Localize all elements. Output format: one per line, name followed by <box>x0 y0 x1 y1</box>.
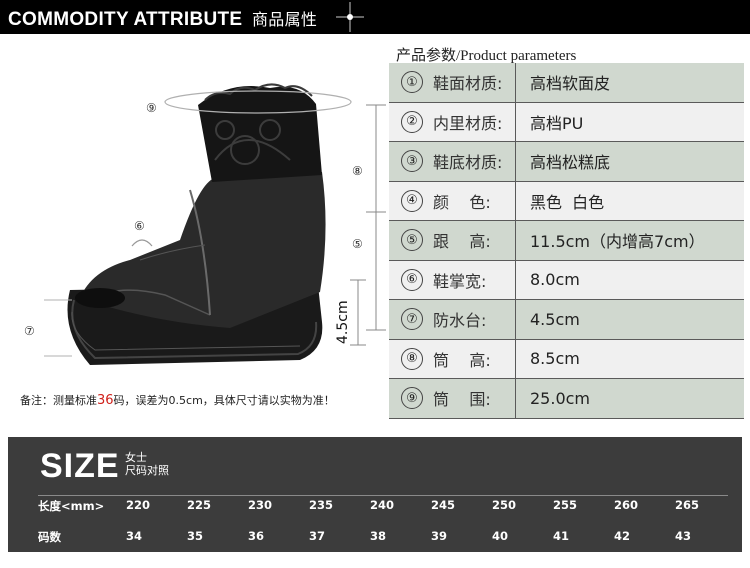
size-cell: 250 <box>492 498 517 512</box>
param-key-label: 跟 高: <box>433 232 491 252</box>
size-cell: 35 <box>187 529 204 543</box>
size-cell: 220 <box>126 498 151 512</box>
platform-height-label: 4.5cm <box>335 300 351 344</box>
param-number-badge: ② <box>401 110 423 133</box>
param-row: ② 内里材质: 高档PU <box>389 102 744 142</box>
param-value: 8.0cm <box>516 260 744 299</box>
param-row: ④ 颜 色: 黑色 白色 <box>389 181 744 221</box>
param-key: ⑧ 筒 高: <box>389 339 516 378</box>
size-cell: 255 <box>553 498 578 512</box>
size-divider <box>38 495 728 496</box>
size-cell: 265 <box>675 498 700 512</box>
param-row: ⑤ 跟 高: 11.5cm（内增高7cm） <box>389 221 744 261</box>
param-key-label: 颜 色: <box>433 192 491 212</box>
size-subtitle: 女士 尺码对照 <box>125 451 169 477</box>
measurement-note: 备注：测量标准36码，误差为0.5cm，具体尺寸请以实物为准！ <box>20 392 335 408</box>
param-key-label: 防水台: <box>433 311 487 331</box>
size-cell: 39 <box>431 529 448 543</box>
param-number-badge: ⑧ <box>401 347 423 370</box>
banner-title: COMMODITY ATTRIBUTE 商品属性 <box>8 6 317 31</box>
param-number-badge: ③ <box>401 150 423 173</box>
param-row: ① 鞋面材质: 高档软面皮 <box>389 63 744 103</box>
param-row: ⑦ 防水台: 4.5cm <box>389 300 744 340</box>
param-key-label: 筒 围: <box>433 390 491 410</box>
size-cell: 41 <box>553 529 570 543</box>
size-cell: 43 <box>675 529 692 543</box>
size-cell: 225 <box>187 498 212 512</box>
param-key: ⑥ 鞋掌宽: <box>389 260 516 299</box>
param-number-badge: ⑨ <box>401 387 423 410</box>
param-key: ② 内里材质: <box>389 102 516 141</box>
size-cell: 240 <box>370 498 395 512</box>
param-value: 11.5cm（内增高7cm） <box>516 221 744 260</box>
param-key-label: 内里材质: <box>433 113 503 133</box>
marker-5: ⑤ <box>352 237 363 251</box>
param-number-badge: ⑤ <box>401 229 423 252</box>
param-value: 25.0cm <box>516 379 744 418</box>
param-key: ③ 鞋底材质: <box>389 142 516 181</box>
size-cell: 38 <box>370 529 387 543</box>
param-key: ① 鞋面材质: <box>389 63 516 102</box>
param-number-badge: ① <box>401 71 423 94</box>
param-number-badge: ⑥ <box>401 268 423 291</box>
size-cell: 40 <box>492 529 509 543</box>
size-cell: 245 <box>431 498 456 512</box>
params-title: 产品参数/Product parameters <box>396 48 577 64</box>
banner-title-cn: 商品属性 <box>251 12 318 29</box>
size-cell: 230 <box>248 498 273 512</box>
param-key: ⑤ 跟 高: <box>389 221 516 260</box>
param-key-label: 筒 高: <box>433 350 491 370</box>
param-row: ⑥ 鞋掌宽: 8.0cm <box>389 260 744 300</box>
sparkle-icon <box>336 2 364 32</box>
note-suffix: 码，误差为0.5cm，具体尺寸请以实物为准！ <box>113 394 335 407</box>
size-cell: 260 <box>614 498 639 512</box>
param-value: 黑色 白色 <box>516 181 744 220</box>
param-number-badge: ⑦ <box>401 308 423 331</box>
header-banner: COMMODITY ATTRIBUTE 商品属性 <box>0 0 750 34</box>
param-key: ⑨ 筒 围: <box>389 379 516 418</box>
param-value: 8.5cm <box>516 339 744 378</box>
param-value: 高档PU <box>516 102 744 141</box>
param-key: ⑦ 防水台: <box>389 300 516 339</box>
marker-9: ⑨ <box>146 101 157 115</box>
param-key: ④ 颜 色: <box>389 181 516 220</box>
param-row: ③ 鞋底材质: 高档松糕底 <box>389 142 744 182</box>
note-prefix: 备注：测量标准 <box>20 394 97 407</box>
size-cell: 235 <box>309 498 334 512</box>
size-cell: 42 <box>614 529 631 543</box>
param-number-badge: ④ <box>401 189 423 212</box>
size-row-label: 码数 <box>38 530 61 544</box>
page: COMMODITY ATTRIBUTE 商品属性 ⑨ ⑥ ⑦ ⑧ ⑤ 4.5cm… <box>0 0 750 568</box>
marker-6: ⑥ <box>134 219 145 233</box>
marker-8: ⑧ <box>352 164 363 178</box>
size-title: SIZE <box>40 447 120 485</box>
size-cell: 34 <box>126 529 143 543</box>
size-sub-gender: 女士 <box>125 451 147 464</box>
size-sub-caption: 尺码对照 <box>125 464 169 477</box>
param-key-label: 鞋掌宽: <box>433 271 487 291</box>
param-value: 4.5cm <box>516 300 744 339</box>
size-row-label: 长度<mm> <box>38 499 105 513</box>
param-key-label: 鞋底材质: <box>433 153 503 173</box>
size-cell: 37 <box>309 529 326 543</box>
note-highlight: 36 <box>97 393 114 408</box>
param-row: ⑨ 筒 围: 25.0cm <box>389 379 744 419</box>
shoe-illustration: ⑨ ⑥ ⑦ ⑧ ⑤ 4.5cm <box>24 83 386 365</box>
param-row: ⑧ 筒 高: 8.5cm <box>389 339 744 379</box>
param-key-label: 鞋面材质: <box>433 74 503 94</box>
size-chart: SIZE 女士 尺码对照 长度<mm> 220 225 230 235 240 245 250… <box>8 437 742 552</box>
params-table: ① 鞋面材质: 高档软面皮 ② 内里材质: 高档PU ③ 鞋底材质: 高档松糕底 ④ 颜 色: 黑色 … <box>389 63 744 419</box>
param-value: 高档软面皮 <box>516 63 744 102</box>
banner-title-en: COMMODITY ATTRIBUTE <box>8 9 243 30</box>
marker-7: ⑦ <box>24 324 35 338</box>
size-cell: 36 <box>248 529 265 543</box>
param-value: 高档松糕底 <box>516 142 744 181</box>
